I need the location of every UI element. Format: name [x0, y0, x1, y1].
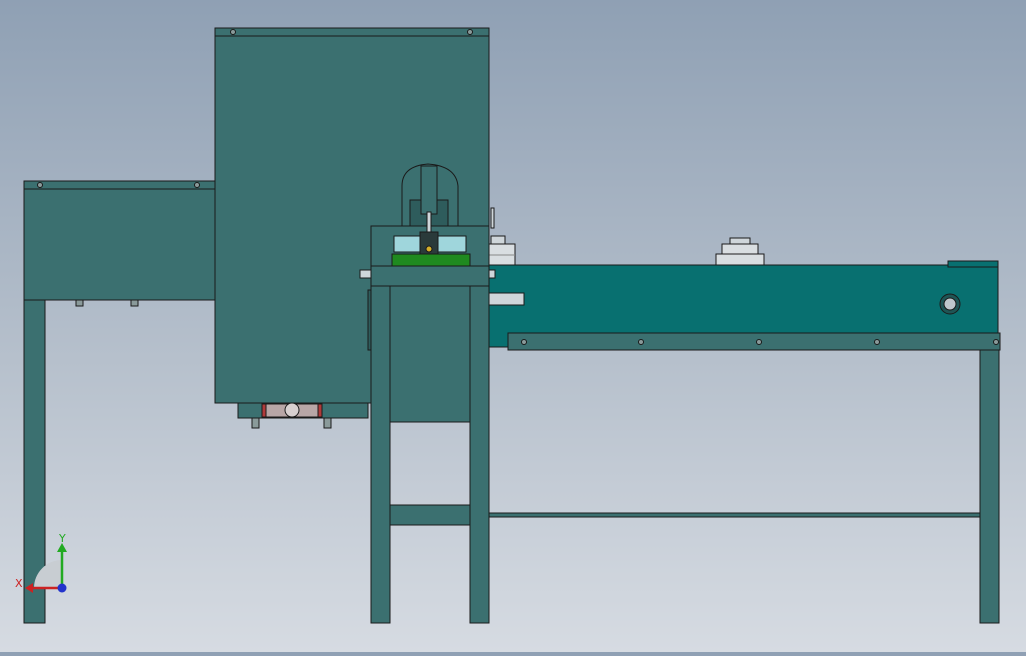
y-axis-label: Y [58, 532, 66, 545]
column-top-plate [370, 265, 490, 287]
pulley-left [488, 235, 516, 266]
press-ram [420, 165, 438, 215]
left-feeder-table [23, 180, 216, 624]
gear-motor [261, 402, 323, 418]
z-axis-dot [57, 583, 67, 593]
gear-wheel [284, 402, 300, 418]
bolt [756, 339, 762, 345]
column-leg-left [370, 285, 391, 624]
bolt [638, 339, 644, 345]
green-base-plate [391, 253, 471, 267]
conveyor-end-cap [947, 260, 999, 268]
cad-viewport[interactable]: Y X [0, 0, 1026, 652]
column-crossbar [389, 504, 471, 526]
column-panel [389, 285, 471, 423]
side-stud [359, 269, 372, 279]
leveling-foot [251, 417, 260, 429]
side-stud [488, 269, 496, 279]
bolt [230, 29, 236, 35]
gear-flange-left [261, 403, 267, 418]
machine-drawing: Y X [15, 27, 1001, 624]
conveyor-port [943, 297, 957, 311]
conveyor-section [488, 235, 1001, 624]
bolt-nut [130, 299, 139, 307]
conveyor-cross-bar [488, 512, 981, 518]
cabinet-top-rail [214, 27, 490, 37]
workpiece [425, 245, 433, 253]
spindle-shaft [488, 292, 525, 306]
left-table-top-rail [23, 180, 216, 190]
bolt [194, 182, 200, 188]
bolt [521, 339, 527, 345]
bolt-nut [75, 299, 84, 307]
conveyor-leg [979, 349, 1000, 624]
bolt [874, 339, 880, 345]
conveyor-base-rail [507, 332, 1001, 351]
pulley-right [715, 237, 765, 266]
bolt [467, 29, 473, 35]
x-axis-label: X [15, 577, 23, 590]
press-bracket [490, 207, 495, 229]
gear-flange-right [317, 403, 323, 418]
leveling-foot [323, 417, 332, 429]
left-table-body [23, 188, 216, 301]
bolt [37, 182, 43, 188]
press-column [359, 265, 496, 624]
column-leg-right [469, 285, 490, 624]
bolt [993, 339, 999, 345]
